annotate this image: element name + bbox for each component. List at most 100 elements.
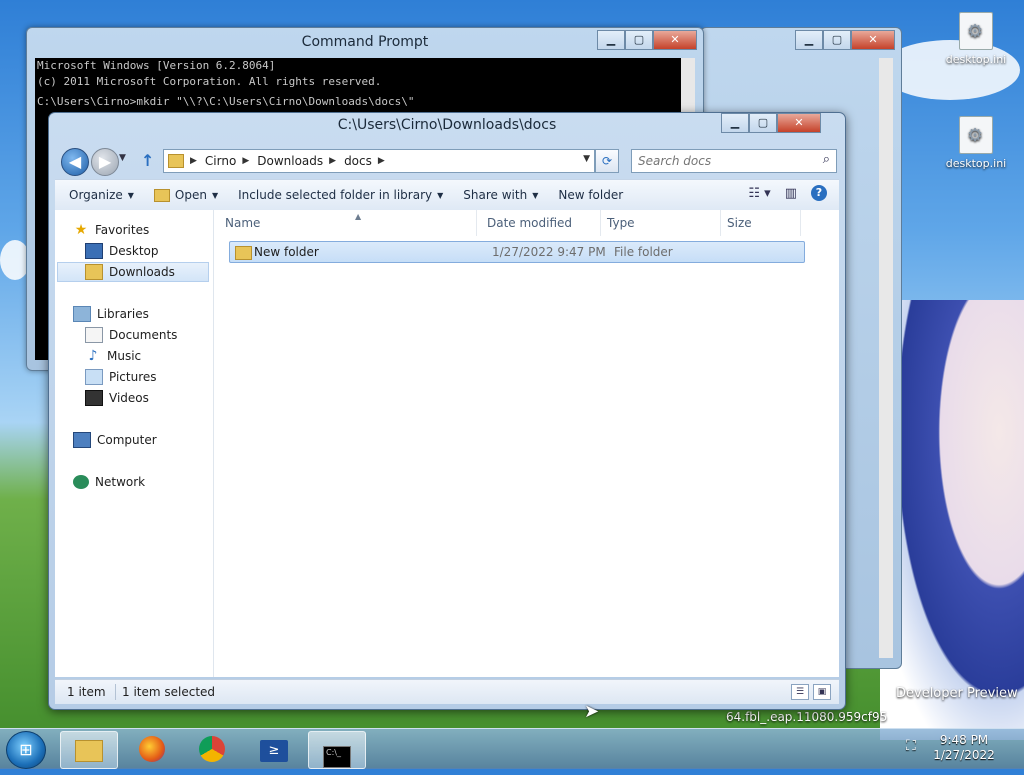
minimize-button[interactable]: ▁ <box>597 30 625 50</box>
nav-network[interactable]: Network <box>73 472 145 492</box>
nav-label: Libraries <box>97 307 149 321</box>
status-bar: 1 item 1 item selected ☰ ▣ <box>55 679 839 704</box>
search-input[interactable] <box>632 150 810 172</box>
folder-icon <box>168 154 184 168</box>
organize-button[interactable]: Organize ▼ <box>69 188 134 202</box>
taskbar-firefox[interactable] <box>124 731 180 767</box>
chevron-down-icon: ▼ <box>211 190 219 200</box>
nav-computer[interactable]: Computer <box>73 430 157 450</box>
column-header-date[interactable]: Date modified <box>481 210 601 236</box>
column-label: Name <box>225 216 261 230</box>
address-dropdown-icon[interactable]: ▼ <box>583 154 590 164</box>
system-tray[interactable]: ⛶ 9:48 PM 1/27/2022 <box>906 733 1014 767</box>
taskbar-explorer[interactable] <box>60 731 118 769</box>
maximize-button[interactable]: ▢ <box>625 30 653 50</box>
mouse-cursor-icon: ➤ <box>584 701 600 722</box>
address-bar[interactable]: ▶ Cirno ▶ Downloads ▶ docs ▶ ▼ <box>163 149 595 173</box>
search-box[interactable]: ⌕ <box>631 149 837 173</box>
share-with-button[interactable]: Share with ▼ <box>463 188 538 202</box>
watermark-developer: Developer Preview <box>896 686 1018 701</box>
chevron-right-icon[interactable]: ▶ <box>190 156 197 166</box>
details-view-icon[interactable]: ☰ <box>791 684 809 700</box>
history-dropdown-icon[interactable]: ▼ <box>119 153 126 163</box>
nav-documents[interactable]: Documents <box>85 325 177 345</box>
column-header-size[interactable]: Size <box>721 210 801 236</box>
refresh-icon[interactable]: ⟳ <box>595 149 619 173</box>
maximize-button[interactable]: ▢ <box>749 113 777 133</box>
desktop-icon-desktop-ini-1[interactable]: desktop.ini <box>936 12 1016 66</box>
navigation-bar: ◀ ▶ ▼ ↑ ▶ Cirno ▶ Downloads ▶ docs ▶ ▼ ⟳… <box>59 147 837 176</box>
command-bar: Organize ▼ Open ▼ Include selected folder … <box>55 179 839 211</box>
network-icon <box>73 475 89 489</box>
column-header-name[interactable]: Name ▲ <box>219 210 477 236</box>
file-list[interactable]: Name ▲ Date modified Type Size New folder… <box>215 210 839 677</box>
console-line: (c) 2011 Microsoft Corporation. All righ… <box>37 75 382 88</box>
computer-icon <box>73 432 91 448</box>
settings-file-icon <box>959 116 993 154</box>
minimize-button[interactable]: ▁ <box>795 30 823 50</box>
table-row[interactable]: New folder 1/27/2022 9:47 PM File folder <box>229 241 805 263</box>
network-tray-icon[interactable]: ⛶ <box>906 739 916 754</box>
window-controls: ▁ ▢ ✕ <box>597 30 697 50</box>
help-icon[interactable]: ? <box>811 185 827 201</box>
large-icons-view-icon[interactable]: ▣ <box>813 684 831 700</box>
downloads-folder-icon <box>85 264 103 280</box>
film-icon <box>85 390 103 406</box>
nav-label: Music <box>107 349 142 363</box>
nav-music[interactable]: ♪ Music <box>85 346 142 366</box>
file-name: New folder <box>254 245 319 259</box>
forward-arrow-icon[interactable]: ▶ <box>91 148 119 176</box>
taskbar-command-prompt[interactable]: C:\_ <box>308 731 366 769</box>
console-line: Microsoft Windows [Version 6.2.8064] <box>37 59 276 72</box>
column-label: Date modified <box>487 216 573 230</box>
chevron-right-icon[interactable]: ▶ <box>242 156 249 166</box>
breadcrumb-docs[interactable]: docs <box>344 154 372 168</box>
music-note-icon: ♪ <box>88 348 98 364</box>
search-icon[interactable]: ⌕ <box>823 152 830 167</box>
column-header-type[interactable]: Type <box>601 210 721 236</box>
chevron-right-icon[interactable]: ▶ <box>378 156 385 166</box>
powershell-icon: ≥ <box>260 740 288 762</box>
minimize-button[interactable]: ▁ <box>721 113 749 133</box>
scrollbar[interactable] <box>879 58 893 658</box>
window-controls: ▁ ▢ ✕ <box>721 113 821 133</box>
close-button[interactable]: ✕ <box>777 113 821 133</box>
taskbar-chrome[interactable] <box>184 731 240 767</box>
maximize-button[interactable]: ▢ <box>823 30 851 50</box>
explorer-content: ★ Favorites Desktop Downloads Libraries D… <box>55 210 839 677</box>
documents-icon <box>85 327 103 343</box>
nav-pictures[interactable]: Pictures <box>85 367 157 387</box>
window-controls: ▁ ▢ ✕ <box>795 30 895 50</box>
close-button[interactable]: ✕ <box>851 30 895 50</box>
chevron-right-icon[interactable]: ▶ <box>329 156 336 166</box>
nav-label: Documents <box>109 328 178 342</box>
terminal-icon: C:\_ <box>323 746 351 768</box>
desktop-icon-desktop-ini-2[interactable]: desktop.ini <box>936 116 1016 170</box>
include-in-library-button[interactable]: Include selected folder in library ▼ <box>238 188 443 202</box>
up-arrow-icon[interactable]: ↑ <box>141 151 154 170</box>
nav-downloads[interactable]: Downloads <box>57 262 209 282</box>
taskbar-powershell[interactable]: ≥ <box>246 731 302 767</box>
nav-favorites[interactable]: ★ Favorites <box>73 220 150 240</box>
folder-open-icon <box>153 188 170 202</box>
chevron-down-icon: ▼ <box>127 190 134 200</box>
start-button[interactable]: ⊞ <box>6 731 46 769</box>
chevron-down-icon: ▼ <box>532 190 539 200</box>
nav-desktop[interactable]: Desktop <box>85 241 159 261</box>
open-button[interactable]: Open ▼ <box>153 188 219 202</box>
chevron-down-icon: ▼ <box>437 190 444 200</box>
close-button[interactable]: ✕ <box>653 30 697 50</box>
explorer-window[interactable]: C:\Users\Cirno\Downloads\docs ▁ ▢ ✕ ◀ ▶ … <box>48 112 846 710</box>
preview-pane-icon[interactable]: ▥ <box>785 186 797 201</box>
pictures-icon <box>85 369 103 385</box>
nav-libraries[interactable]: Libraries <box>73 304 149 324</box>
back-arrow-icon[interactable]: ◀ <box>61 148 89 176</box>
new-folder-button[interactable]: New folder <box>558 188 623 202</box>
breadcrumb-downloads[interactable]: Downloads <box>257 154 323 168</box>
file-type: File folder <box>614 245 673 259</box>
nav-videos[interactable]: Videos <box>85 388 149 408</box>
view-options-icon[interactable]: ☷ ▾ <box>748 186 770 201</box>
breadcrumb-cirno[interactable]: Cirno <box>205 154 236 168</box>
nav-label: Pictures <box>109 370 157 384</box>
share-label: Share with <box>463 188 528 202</box>
